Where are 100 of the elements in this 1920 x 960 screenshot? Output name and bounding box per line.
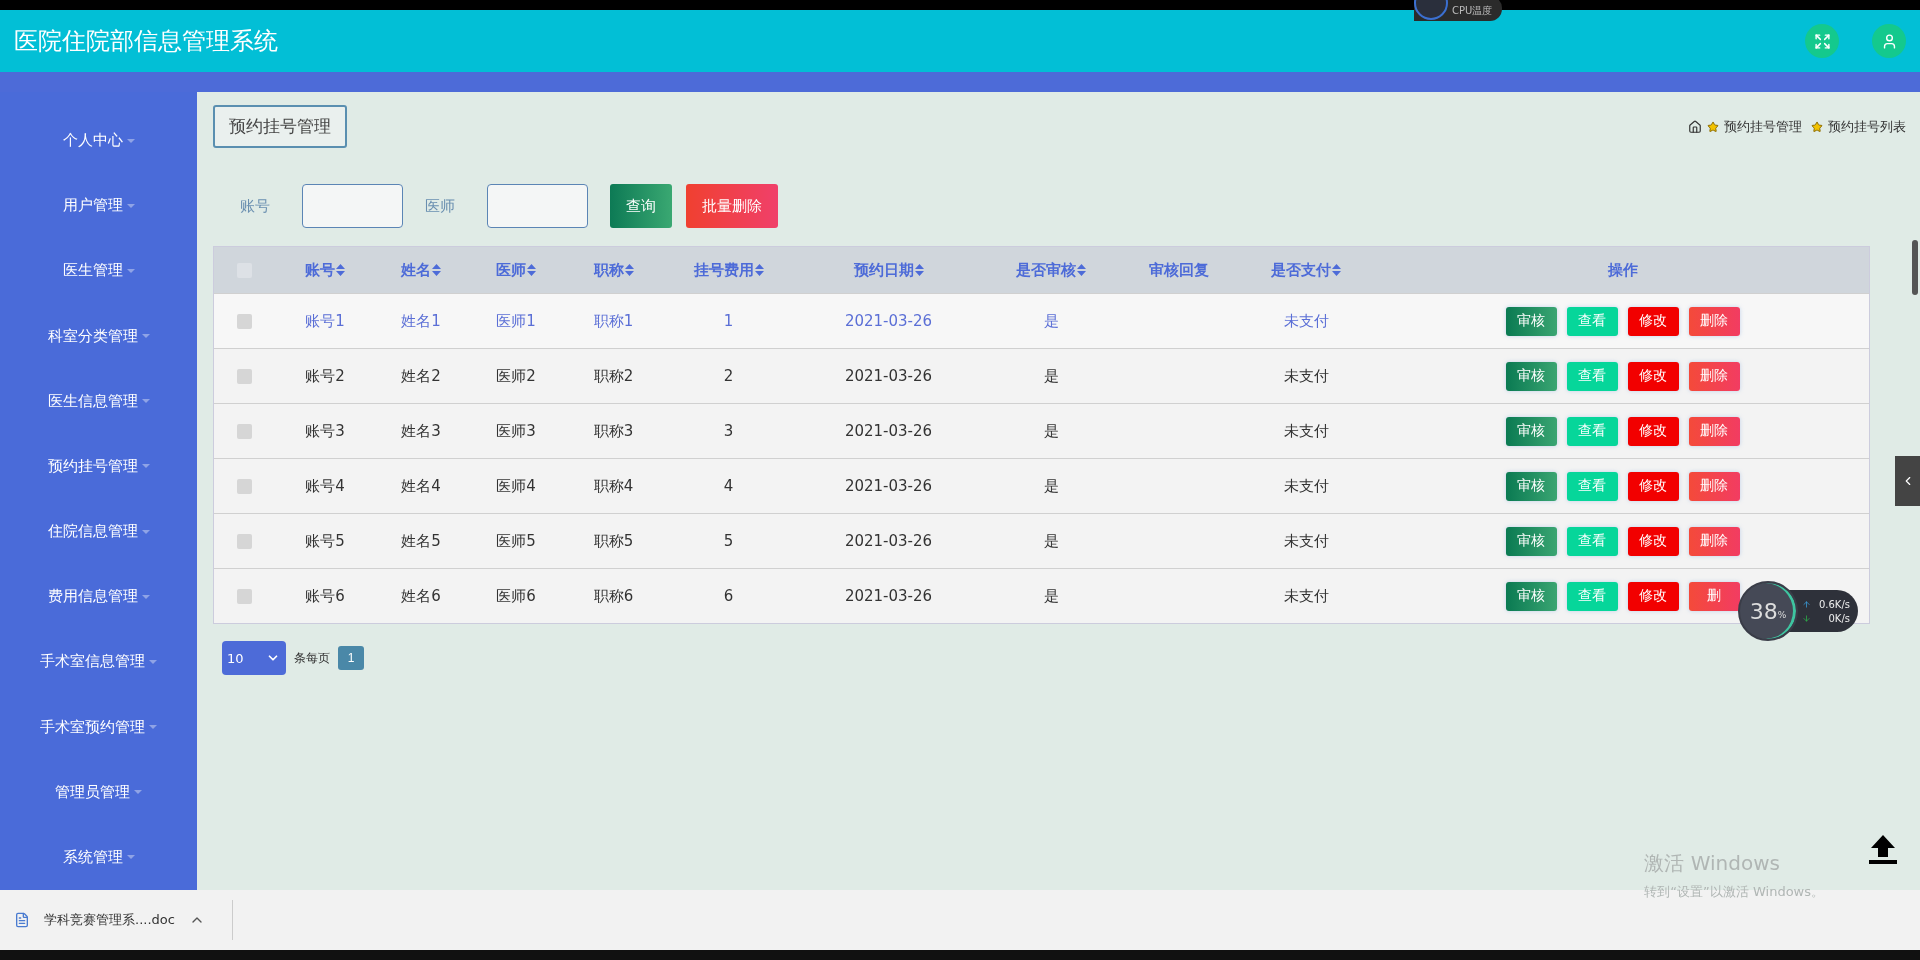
column-header[interactable]: 是否审核 [1016,260,1086,280]
table-cell: 姓名6 [401,586,441,605]
column-header[interactable]: 操作 [1607,260,1638,280]
sidebar-item[interactable]: 系统管理 [62,847,123,867]
table-cell: 职称5 [593,531,634,550]
sidebar-item[interactable]: 科室分类管理 [47,326,138,346]
page-button[interactable]: 1 [338,646,364,670]
checkbox[interactable] [236,588,252,604]
search-field[interactable] [302,184,403,228]
document-icon [14,912,30,928]
sidebar-item[interactable]: 费用信息管理 [47,587,138,607]
column-header[interactable]: 是否支付 [1271,260,1341,280]
edit-button[interactable]: 修改 [1627,416,1679,446]
sidebar-item[interactable]: 手术室预约管理 [40,717,145,737]
sidebar-item[interactable]: 个人中心 [62,131,123,151]
edit-button[interactable]: 修改 [1627,471,1679,501]
sidebar-item[interactable]: 手术室信息管理 [40,652,145,672]
edit-button[interactable]: 修改 [1627,526,1679,556]
delete-button[interactable]: 删 [1688,581,1740,611]
table-cell: 6 [723,587,734,605]
app-title: 医院住院部信息管理系统 [14,26,279,57]
sort-icon [754,264,764,276]
table-cell: 2021-03-26 [844,477,933,495]
page-size-select[interactable]: 10 [222,641,286,675]
review-button[interactable]: 审核 [1505,306,1557,336]
column-header[interactable]: 账号 [305,260,345,280]
edit-button[interactable]: 修改 [1627,306,1679,336]
table-cell: 2021-03-26 [844,532,933,550]
search-button[interactable]: 查询 [610,184,672,228]
delete-button[interactable]: 删除 [1688,471,1740,501]
sidebar-item[interactable]: 住院信息管理 [47,522,138,542]
table-cell: 未支付 [1283,311,1329,330]
caret-icon [149,725,157,730]
column-header[interactable]: 职称 [593,260,634,280]
expand-icon [1813,32,1831,50]
table-cell: 未支付 [1283,531,1329,550]
caret-icon [141,399,150,404]
table-cell: 3 [723,422,734,440]
checkbox[interactable] [236,533,252,549]
edit-button[interactable]: 修改 [1627,581,1679,611]
table-cell: 5 [723,532,734,550]
table-cell: 账号5 [305,531,345,550]
sidebar-item[interactable]: 医生信息管理 [47,391,138,411]
table-cell: 2021-03-26 [844,587,933,605]
breadcrumb-link[interactable]: 预约挂号列表 [1828,117,1906,136]
review-button[interactable]: 审核 [1505,416,1557,446]
sidebar-item[interactable]: 预约挂号管理 [47,456,138,476]
checkbox[interactable] [236,423,252,439]
column-header[interactable]: 预约日期 [853,260,924,280]
checkbox[interactable] [236,313,252,329]
table-cell: 未支付 [1283,476,1329,495]
search-field[interactable] [487,184,588,228]
download-file[interactable]: 学科竞赛管理系....doc [44,911,175,929]
caret-icon [126,138,135,143]
bulk-delete-button[interactable]: 批量删除 [686,184,778,228]
table-cell: 医师1 [496,311,536,330]
delete-button[interactable]: 删除 [1688,361,1740,391]
percent-sign: % [1777,610,1787,620]
checkbox[interactable] [236,368,252,384]
collapse-tab[interactable] [1895,456,1920,506]
caret-icon [126,855,135,860]
table-cell: 是 [1043,421,1059,440]
home-icon [1688,119,1702,134]
checkbox[interactable] [236,478,252,494]
scrollbar-thumb[interactable] [1912,240,1918,295]
delete-button[interactable]: 删除 [1688,526,1740,556]
sort-icon [336,264,345,276]
review-button[interactable]: 审核 [1505,526,1557,556]
table-cell: 医师6 [496,586,536,605]
table-cell: 账号1 [305,311,345,330]
review-button[interactable]: 审核 [1505,361,1557,391]
fullscreen-button[interactable] [1805,24,1839,58]
page-tag: 预约挂号管理 [213,105,347,148]
field-label: 账号 [240,196,270,216]
review-button[interactable]: 审核 [1505,471,1557,501]
delete-button[interactable]: 删除 [1688,416,1740,446]
sidebar-item[interactable]: 管理员管理 [55,782,130,802]
table-cell: 账号4 [305,476,345,495]
review-button[interactable]: 审核 [1505,581,1557,611]
table-cell: 职称6 [593,586,634,605]
download-icon [1801,613,1811,623]
table-cell: 未支付 [1283,586,1329,605]
caret-icon [141,529,150,534]
user-button[interactable] [1872,24,1906,58]
sidebar-item[interactable]: 医生管理 [62,261,123,281]
column-header[interactable]: 姓名 [401,260,441,280]
table-cell: 账号2 [305,366,345,385]
column-header[interactable]: 医师 [496,260,536,280]
delete-button[interactable]: 删除 [1688,306,1740,336]
breadcrumb-link[interactable]: 预约挂号管理 [1724,117,1802,136]
usage-percent: 38 [1749,598,1778,624]
column-header[interactable]: 审核回复 [1148,260,1209,280]
edit-button[interactable]: 修改 [1627,361,1679,391]
sort-icon [432,264,441,276]
column-header[interactable]: 挂号费用 [693,260,764,280]
sidebar-item[interactable]: 用户管理 [62,196,123,216]
upload-arrow-icon [1868,833,1898,865]
caret-icon [141,334,150,339]
sort-icon [1077,264,1086,276]
table-cell: 姓名4 [401,476,441,495]
